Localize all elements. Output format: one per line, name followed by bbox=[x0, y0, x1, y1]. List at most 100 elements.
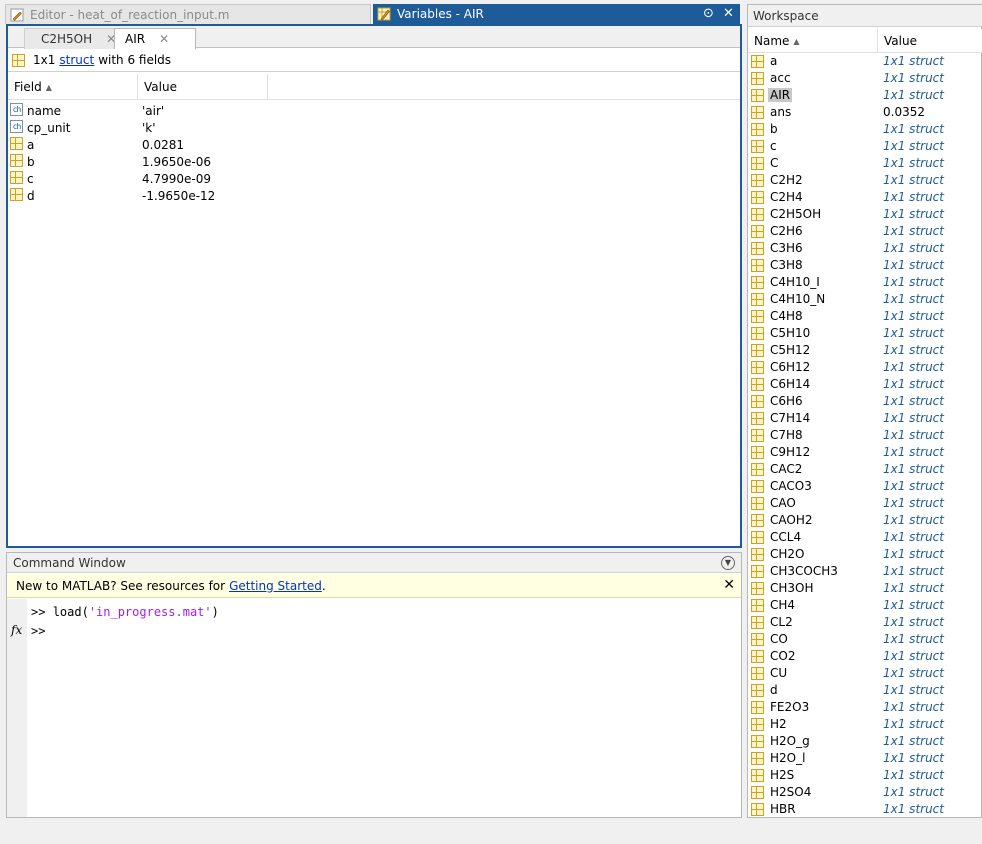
workspace-row[interactable]: H2 1x1 struct bbox=[748, 716, 982, 733]
variable-value: 1x1 struct bbox=[883, 156, 944, 170]
variable-name: C3H6 bbox=[770, 241, 803, 255]
workspace-row[interactable]: C2H6 1x1 struct bbox=[748, 223, 982, 240]
variable-value: 1x1 struct bbox=[883, 224, 944, 238]
workspace-row[interactable]: H2SO4 1x1 struct bbox=[748, 784, 982, 801]
variable-name: HBR bbox=[770, 802, 796, 816]
workspace-row[interactable]: CO 1x1 struct bbox=[748, 631, 982, 648]
getting-started-link[interactable]: Getting Started bbox=[229, 579, 322, 593]
workspace-row[interactable]: C5H10 1x1 struct bbox=[748, 325, 982, 342]
workspace-row[interactable]: C7H8 1x1 struct bbox=[748, 427, 982, 444]
workspace-row[interactable]: C7H14 1x1 struct bbox=[748, 410, 982, 427]
workspace-row[interactable]: CACO3 1x1 struct bbox=[748, 478, 982, 495]
variable-name: CAOH2 bbox=[770, 513, 813, 527]
workspace-row[interactable]: CO2 1x1 struct bbox=[748, 648, 982, 665]
variable-name: C4H10_I bbox=[770, 275, 820, 289]
close-icon[interactable]: ✕ bbox=[723, 6, 734, 21]
variable-name: C4H10_N bbox=[770, 292, 826, 306]
field-row[interactable]: c 4.7990e-09 bbox=[8, 170, 740, 187]
workspace-row[interactable]: C6H14 1x1 struct bbox=[748, 376, 982, 393]
workspace-row[interactable]: acc 1x1 struct bbox=[748, 70, 982, 87]
workspace-row[interactable]: CH4 1x1 struct bbox=[748, 597, 982, 614]
variable-value: 1x1 struct bbox=[883, 530, 944, 544]
field-row[interactable]: ch cp_unit 'k' bbox=[8, 119, 740, 136]
struct-icon bbox=[751, 480, 764, 493]
struct-icon bbox=[751, 395, 764, 408]
variable-value: 1x1 struct bbox=[883, 581, 944, 595]
column-header-value[interactable]: Value bbox=[878, 29, 982, 53]
workspace-row[interactable]: C 1x1 struct bbox=[748, 155, 982, 172]
workspace-row[interactable]: C4H8 1x1 struct bbox=[748, 308, 982, 325]
workspace-row[interactable]: CU 1x1 struct bbox=[748, 665, 982, 682]
workspace-row[interactable]: CAO 1x1 struct bbox=[748, 495, 982, 512]
workspace-row[interactable]: CH3COCH3 1x1 struct bbox=[748, 563, 982, 580]
workspace-row[interactable]: d 1x1 struct bbox=[748, 682, 982, 699]
numeric-icon bbox=[10, 188, 23, 201]
getting-started-banner: New to MATLAB? See resources for Getting… bbox=[7, 574, 741, 598]
workspace-row[interactable]: H2S 1x1 struct bbox=[748, 767, 982, 784]
workspace-row[interactable]: C4H10_I 1x1 struct bbox=[748, 274, 982, 291]
variable-name: C bbox=[770, 156, 779, 170]
column-header-value[interactable]: Value bbox=[138, 74, 268, 100]
workspace-row[interactable]: CH2O 1x1 struct bbox=[748, 546, 982, 563]
workspace-header: Name ▲ Value bbox=[748, 29, 982, 53]
workspace-row[interactable]: C2H4 1x1 struct bbox=[748, 189, 982, 206]
prompt: >> bbox=[31, 605, 46, 619]
workspace-row[interactable]: ans 0.0352 bbox=[748, 104, 982, 121]
variable-name: H2S bbox=[770, 768, 795, 782]
workspace-row[interactable]: CAC2 1x1 struct bbox=[748, 461, 982, 478]
variable-value: 1x1 struct bbox=[883, 275, 944, 289]
close-tab-icon[interactable]: ✕ bbox=[159, 32, 169, 46]
field-row[interactable]: ch name 'air' bbox=[8, 102, 740, 119]
column-header-name[interactable]: Name ▲ bbox=[748, 29, 878, 53]
command-console[interactable]: fx >> load('in_progress.mat') >> bbox=[7, 599, 741, 817]
sub-tab-air[interactable]: AIR ✕ bbox=[114, 28, 196, 50]
struct-icon bbox=[751, 242, 764, 255]
workspace-row[interactable]: FE2O3 1x1 struct bbox=[748, 699, 982, 716]
workspace-row[interactable]: C2H2 1x1 struct bbox=[748, 172, 982, 189]
workspace-row[interactable]: C9H12 1x1 struct bbox=[748, 444, 982, 461]
function-browser-icon[interactable]: fx bbox=[11, 623, 22, 637]
variable-value: 1x1 struct bbox=[883, 445, 944, 459]
variable-value: 1x1 struct bbox=[883, 751, 944, 765]
field-row[interactable]: a 0.0281 bbox=[8, 136, 740, 153]
field-row[interactable]: b 1.9650e-06 bbox=[8, 153, 740, 170]
tab-editor[interactable]: Editor - heat_of_reaction_input.m bbox=[5, 4, 371, 24]
field-value: 'air' bbox=[142, 103, 165, 118]
command-input-line[interactable]: >> bbox=[31, 624, 45, 638]
editor-pencil-icon bbox=[10, 8, 24, 21]
workspace-row[interactable]: C5H12 1x1 struct bbox=[748, 342, 982, 359]
command-gutter: fx bbox=[7, 599, 27, 817]
variable-value: 1x1 struct bbox=[883, 122, 944, 136]
workspace-row[interactable]: C6H6 1x1 struct bbox=[748, 393, 982, 410]
struct-link[interactable]: struct bbox=[59, 53, 94, 67]
workspace-row[interactable]: b 1x1 struct bbox=[748, 121, 982, 138]
workspace-row[interactable]: CAOH2 1x1 struct bbox=[748, 512, 982, 529]
variable-name: CH4 bbox=[770, 598, 796, 612]
workspace-row[interactable]: CH3OH 1x1 struct bbox=[748, 580, 982, 597]
panel-menu-icon[interactable]: ▼ bbox=[721, 556, 735, 570]
workspace-row[interactable]: HBR 1x1 struct bbox=[748, 801, 982, 818]
workspace-row[interactable]: C4H10_N 1x1 struct bbox=[748, 291, 982, 308]
workspace-row[interactable]: C3H6 1x1 struct bbox=[748, 240, 982, 257]
tab-variables[interactable]: Variables - AIR ⊙ ✕ bbox=[373, 4, 740, 24]
workspace-row[interactable]: C2H5OH 1x1 struct bbox=[748, 206, 982, 223]
workspace-row[interactable]: H2O_g 1x1 struct bbox=[748, 733, 982, 750]
variable-name: CH2O bbox=[770, 547, 805, 561]
panel-menu-icon[interactable]: ⊙ bbox=[703, 6, 714, 21]
variable-value: 1x1 struct bbox=[883, 173, 944, 187]
close-banner-icon[interactable]: ✕ bbox=[723, 577, 735, 593]
struct-icon bbox=[751, 701, 764, 714]
field-row[interactable]: d -1.9650e-12 bbox=[8, 187, 740, 204]
workspace-row[interactable]: a 1x1 struct bbox=[748, 53, 982, 70]
workspace-row[interactable]: CL2 1x1 struct bbox=[748, 614, 982, 631]
workspace-row[interactable]: CCL4 1x1 struct bbox=[748, 529, 982, 546]
column-header-label: Field bbox=[14, 80, 42, 94]
column-header-field[interactable]: Field ▲ bbox=[8, 74, 138, 100]
workspace-row[interactable]: AIR 1x1 struct bbox=[748, 87, 982, 104]
workspace-row[interactable]: H2O_l 1x1 struct bbox=[748, 750, 982, 767]
workspace-row[interactable]: C6H12 1x1 struct bbox=[748, 359, 982, 376]
struct-icon bbox=[751, 429, 764, 442]
variable-name: CO bbox=[770, 632, 788, 646]
workspace-row[interactable]: c 1x1 struct bbox=[748, 138, 982, 155]
workspace-row[interactable]: C3H8 1x1 struct bbox=[748, 257, 982, 274]
